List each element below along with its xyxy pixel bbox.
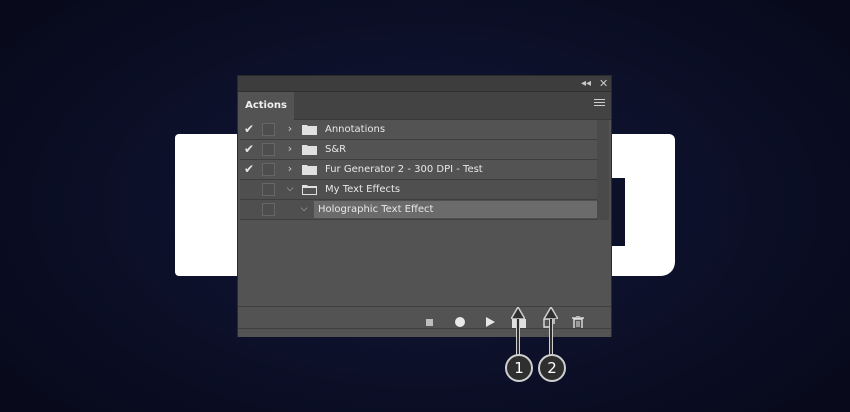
tab-actions[interactable]: Actions [238, 92, 294, 120]
dialog-toggle-box[interactable] [262, 123, 275, 136]
panel-titlebar[interactable]: ◂◂ ✕ [238, 76, 611, 92]
callout-arrowhead-1 [511, 307, 525, 319]
close-icon[interactable]: ✕ [599, 76, 608, 91]
checkmark-icon[interactable]: ✔ [240, 140, 258, 159]
action-row-selected[interactable]: ⌵ Holographic Text Effect [240, 200, 597, 220]
callout-badge-2: 2 [538, 354, 566, 382]
background-letter-right-notch [612, 178, 625, 246]
action-label: My Text Effects [325, 184, 401, 195]
action-set-row[interactable]: ✔ › Annotations [240, 120, 597, 140]
open-folder-icon [302, 185, 317, 195]
double-chevron-left-icon[interactable]: ◂◂ [581, 76, 591, 91]
chevron-right-icon[interactable]: › [284, 120, 296, 139]
action-label: Fur Generator 2 - 300 DPI - Test [325, 164, 483, 175]
folder-icon [302, 145, 317, 155]
dialog-toggle-box[interactable] [262, 143, 275, 156]
dialog-toggle-box[interactable] [262, 163, 275, 176]
actions-panel: ◂◂ ✕ Actions ✔ › Annotations ✔ › S&R ✔ ›… [237, 75, 612, 337]
callout-arrowhead-2 [544, 307, 558, 319]
dialog-toggle-box[interactable] [262, 183, 275, 196]
chevron-down-icon[interactable]: ⌵ [298, 200, 310, 219]
callout-badge-1: 1 [505, 354, 533, 382]
dialog-toggle-box[interactable] [262, 203, 275, 216]
action-label: Holographic Text Effect [318, 204, 434, 215]
action-label: Annotations [325, 124, 386, 135]
chevron-right-icon[interactable]: › [284, 140, 296, 159]
checkmark-icon[interactable]: ✔ [240, 120, 258, 139]
action-set-row[interactable]: ✔ › S&R [240, 140, 597, 160]
tab-bar: Actions [238, 92, 611, 120]
chevron-right-icon[interactable]: › [284, 160, 296, 179]
panel-bottom-divider [238, 328, 611, 329]
list-scrollbar[interactable] [597, 120, 609, 220]
action-set-row[interactable]: ✔ › Fur Generator 2 - 300 DPI - Test [240, 160, 597, 180]
action-label: S&R [325, 144, 347, 155]
action-set-row-expanded[interactable]: ⌵ My Text Effects [240, 180, 597, 200]
background-letter-left [175, 134, 237, 276]
actions-list: ✔ › Annotations ✔ › S&R ✔ › Fur Generato… [240, 120, 597, 220]
callout-pointer-1 [516, 315, 520, 355]
folder-icon [302, 125, 317, 135]
folder-icon [302, 165, 317, 175]
checkmark-icon[interactable]: ✔ [240, 160, 258, 179]
chevron-down-icon[interactable]: ⌵ [284, 180, 296, 199]
callout-pointer-2 [549, 315, 553, 355]
hamburger-menu-icon[interactable] [594, 99, 605, 111]
